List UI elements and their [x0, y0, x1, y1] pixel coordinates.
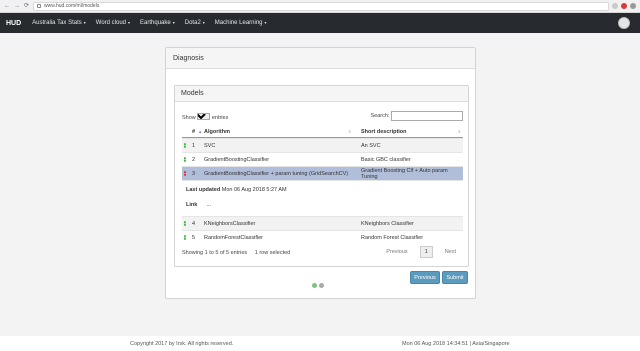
step-dot[interactable]	[319, 283, 324, 288]
nav-item-label: Australia Tax Stats	[32, 20, 82, 26]
brand-logo[interactable]: HUD	[0, 20, 27, 27]
cell-description: Gradient Boosting Clf + Auto param Tunin…	[361, 167, 448, 180]
cell-algorithm: GradientBoostingClassifier + param tunin…	[204, 170, 349, 177]
entries-label: entries	[211, 115, 229, 121]
column-header-algorithm[interactable]: Algorithm ⇕	[200, 129, 357, 135]
cell-num: 4	[192, 220, 196, 227]
cell-num: 1	[192, 142, 196, 149]
nav-item-label: Dota2	[184, 20, 201, 26]
footer-datetime: Mon 06 Aug 2018 14:34:51 | Asia/Singapor…	[402, 341, 510, 347]
link-label: Link	[186, 202, 198, 208]
previous-button[interactable]: Previous	[410, 271, 440, 284]
collapse-icon[interactable]: −	[184, 170, 187, 176]
cell-algorithm: KNeighborsClassifier	[204, 220, 256, 227]
cell-num: 2	[192, 156, 196, 163]
caret-down-icon: ▾	[83, 20, 86, 25]
submit-button[interactable]: Submit	[442, 271, 468, 284]
models-panel: Models Show 10 entries Search: # ▲ Algori…	[174, 85, 469, 267]
search-input[interactable]	[391, 111, 463, 121]
step-indicator	[312, 283, 326, 288]
link-value[interactable]: ...	[206, 202, 211, 208]
star-icon[interactable]	[612, 3, 618, 9]
table-info: Showing 1 to 5 of 5 entries 1 row select…	[182, 250, 291, 256]
updated-label: Last updated	[186, 187, 221, 193]
row-details: Last updated Mon 06 Aug 2018 5:27 AM Lin…	[182, 180, 463, 208]
top-navbar: HUD Australia Tax Stats ▾ Word cloud ▾ Ear…	[0, 13, 640, 33]
cell-description: Basic GBC classifier	[361, 156, 411, 163]
caret-down-icon: ▾	[128, 20, 131, 25]
search-label: Search:	[370, 113, 390, 119]
nav-item-australia-tax[interactable]: Australia Tax Stats ▾	[27, 20, 91, 26]
column-description-label: Short description	[361, 128, 407, 135]
table-row[interactable]: + 5 RandomForestClassifier Random Forest…	[182, 230, 463, 244]
pagination: Previous 1 Next	[380, 246, 462, 258]
column-header-num[interactable]: # ▲	[190, 128, 202, 135]
back-icon[interactable]: ←	[4, 3, 10, 9]
show-label: Show	[182, 115, 196, 121]
nav-item-machine-learning[interactable]: Machine Learning ▾	[210, 20, 272, 26]
nav-item-dota2[interactable]: Dota2 ▾	[180, 20, 210, 26]
sort-both-icon: ⇕	[457, 128, 461, 134]
nav-item-label: Earthquake	[140, 20, 171, 26]
panel-title: Diagnosis	[166, 48, 475, 69]
step-dot-active[interactable]	[312, 283, 317, 288]
expand-icon[interactable]: +	[184, 220, 187, 226]
table-row[interactable]: + 2 GradientBoostingClassifier Basic GBC…	[182, 152, 463, 166]
expand-icon[interactable]: +	[184, 142, 187, 148]
nav-item-earthquake[interactable]: Earthquake ▾	[135, 20, 180, 26]
updated-value: Mon 06 Aug 2018 5:27 AM	[221, 187, 287, 193]
extension-icon[interactable]	[621, 3, 627, 9]
caret-down-icon: ▾	[172, 20, 175, 25]
forward-icon[interactable]: →	[14, 3, 20, 9]
cell-algorithm: SVC	[204, 142, 216, 149]
page-info-icon[interactable]	[37, 4, 42, 8]
caret-down-icon: ▾	[264, 20, 267, 25]
entries-length: Show 10 entries	[182, 113, 228, 121]
diagnosis-panel: Diagnosis Models Show 10 entries Search:…	[165, 47, 476, 299]
pagination-next[interactable]: Next	[439, 247, 462, 257]
menu-icon[interactable]	[630, 3, 636, 9]
address-bar[interactable]: www.hud.com/ml/models	[33, 1, 609, 11]
sort-both-icon: ⇕	[348, 128, 352, 134]
pagination-current[interactable]: 1	[419, 246, 433, 258]
footer: Copyright 2017 by Irsk. All rights reser…	[0, 336, 640, 351]
cell-description: Random Forest Classifier	[361, 234, 424, 241]
reload-icon[interactable]: ⟳	[24, 3, 29, 9]
details-link: Link ...	[186, 202, 211, 208]
table-row[interactable]: + 1 SVC An SVC	[182, 138, 463, 152]
browser-toolbar: ← → ⟳ www.hud.com/ml/models	[0, 0, 640, 13]
column-header-description[interactable]: Short description ⇕	[357, 129, 463, 135]
column-num-label: #	[192, 128, 196, 135]
details-updated: Last updated Mon 06 Aug 2018 5:27 AM	[186, 187, 287, 193]
cell-num: 5	[192, 234, 196, 241]
user-avatar[interactable]	[618, 17, 630, 29]
models-title: Models	[175, 86, 468, 102]
pagination-previous[interactable]: Previous	[380, 247, 413, 257]
table-row-selected[interactable]: − 3 GradientBoostingClassifier + param t…	[182, 166, 463, 180]
table-row[interactable]: + 4 KNeighborsClassifier KNeighbors Clas…	[182, 216, 463, 230]
cell-description: An SVC	[361, 142, 381, 149]
cell-algorithm: GradientBoostingClassifier	[204, 156, 270, 163]
nav-item-word-cloud[interactable]: Word cloud ▾	[91, 20, 135, 26]
expand-icon[interactable]: +	[184, 234, 187, 240]
cell-description: KNeighbors Classifier	[361, 220, 414, 227]
models-table: # ▲ Algorithm ⇕ Short description ⇕ + 1 SVC…	[182, 126, 463, 244]
caret-down-icon: ▾	[202, 20, 205, 25]
entries-select[interactable]: 10	[197, 113, 211, 120]
cell-num: 3	[192, 170, 196, 177]
footer-copyright: Copyright 2017 by Irsk. All rights reser…	[130, 341, 234, 347]
nav-item-label: Word cloud	[95, 20, 127, 26]
column-algorithm-label: Algorithm	[204, 128, 230, 135]
expand-icon[interactable]: +	[184, 156, 187, 162]
address-text: www.hud.com/ml/models	[44, 3, 100, 9]
table-header: # ▲ Algorithm ⇕ Short description ⇕	[182, 126, 463, 138]
table-controls: Show 10 entries Search:	[182, 111, 463, 122]
search-wrap: Search:	[370, 111, 463, 121]
nav-item-label: Machine Learning	[214, 20, 263, 26]
cell-algorithm: RandomForestClassifier	[204, 234, 263, 241]
